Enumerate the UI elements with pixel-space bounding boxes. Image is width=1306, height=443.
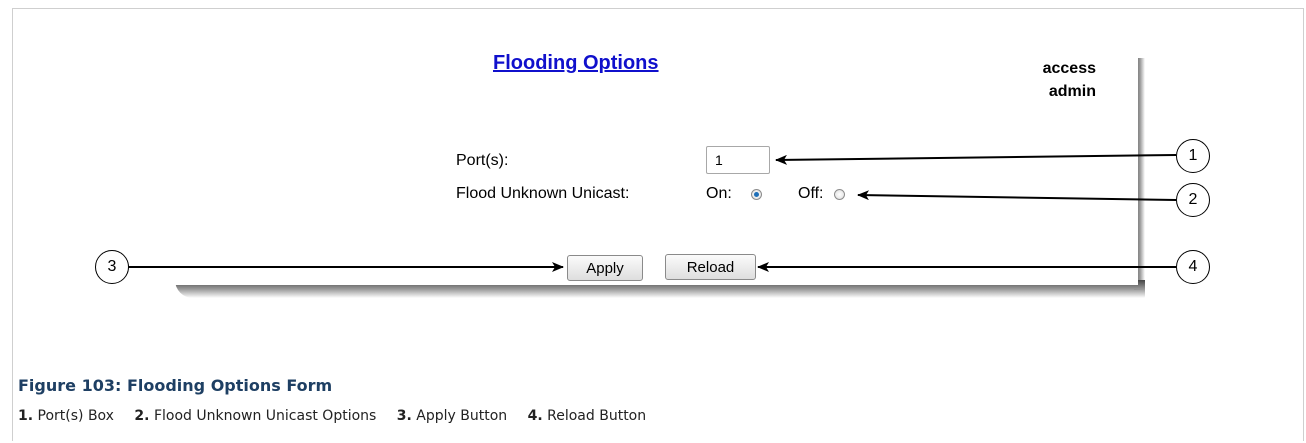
callout-arrow-2 bbox=[857, 190, 1177, 201]
callout-3: 3 bbox=[95, 250, 129, 284]
callout-arrow-1 bbox=[775, 154, 1177, 165]
legend-item: 4. Reload Button bbox=[528, 408, 647, 424]
legend-number: 4. bbox=[527, 408, 543, 424]
figure-caption: Figure 103: Flooding Options Form bbox=[18, 376, 333, 395]
legend-text: Apply Button bbox=[416, 408, 508, 424]
legend-text: Port(s) Box bbox=[37, 408, 114, 424]
legend-number: 3. bbox=[396, 408, 412, 424]
legend-text: Flood Unknown Unicast Options bbox=[153, 408, 377, 424]
legend-text: Reload Button bbox=[547, 408, 647, 424]
callout-1: 1 bbox=[1176, 139, 1210, 173]
legend-item: 2. Flood Unknown Unicast Options bbox=[134, 408, 376, 424]
legend-item: 3. Apply Button bbox=[397, 408, 507, 424]
figure-legend: 1. Port(s) Box 2. Flood Unknown Unicast … bbox=[18, 408, 662, 424]
callout-2: 2 bbox=[1176, 183, 1210, 217]
callout-4: 4 bbox=[1176, 250, 1210, 284]
legend-number: 2. bbox=[134, 408, 150, 424]
legend-item: 1. Port(s) Box bbox=[18, 408, 114, 424]
legend-number: 1. bbox=[18, 408, 34, 424]
